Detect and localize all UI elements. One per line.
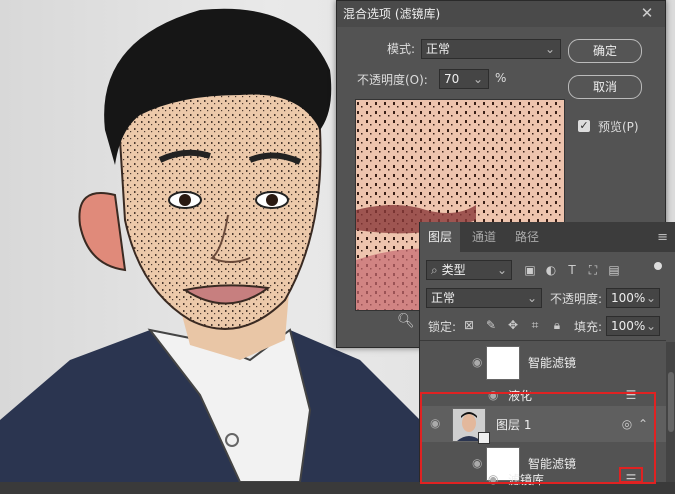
blend-mode-select[interactable]: 正常 ⌄ <box>426 288 542 308</box>
filter-kind-value: 类型 <box>441 263 466 277</box>
layer-opacity-input[interactable]: 100% ⌄ <box>606 288 660 308</box>
tab-channels[interactable]: 通道 <box>472 222 496 252</box>
lock-brush-icon[interactable]: ✎ <box>484 318 498 332</box>
layers-panel: 图层 通道 路径 ≡ ⌕ 类型 ⌄ ▣ ◐ T ⛶ ▤ 正常 ⌄ 不透明度: 1… <box>419 222 675 487</box>
lock-artboard-icon[interactable]: ⌗ <box>528 318 542 332</box>
opacity-input-value: 70 <box>444 72 460 86</box>
opacity-input[interactable]: 70 ⌄ <box>439 69 489 89</box>
search-icon: ⌕ <box>431 263 438 277</box>
lock-label: 锁定: <box>428 320 457 334</box>
eye-icon[interactable]: ◉ <box>472 356 486 368</box>
mode-select[interactable]: 正常 ⌄ <box>421 39 561 59</box>
chevron-down-icon: ⌄ <box>645 291 656 305</box>
chevron-down-icon: ⌄ <box>645 319 656 333</box>
fill-label: 填充: <box>574 320 603 334</box>
chevron-down-icon: ⌄ <box>472 72 483 86</box>
chevron-down-icon: ⌄ <box>544 42 555 56</box>
preview-label: 预览(P) <box>598 120 639 134</box>
panel-tabs: 图层 通道 路径 ≡ <box>420 222 675 252</box>
smart-filter-label: 智能滤镜 <box>528 356 577 370</box>
layer-filter-select[interactable]: ⌕ 类型 ⌄ <box>426 260 512 280</box>
tab-paths[interactable]: 路径 <box>515 222 539 252</box>
layer-opacity-label: 不透明度: <box>550 292 603 306</box>
tab-layers[interactable]: 图层 <box>420 222 461 252</box>
ok-button[interactable]: 确定 <box>568 39 642 63</box>
adjustment-filter-icon[interactable]: ◐ <box>544 263 558 277</box>
chevron-down-icon: ⌄ <box>496 263 507 277</box>
scrollbar-thumb[interactable] <box>668 372 674 432</box>
shape-filter-icon[interactable]: ⛶ <box>586 263 600 277</box>
fill-value: 100% <box>611 319 646 333</box>
smart-object-filter-icon[interactable]: ▤ <box>607 263 621 277</box>
layer-opacity-value: 100% <box>611 291 646 305</box>
fill-input[interactable]: 100% ⌄ <box>606 316 660 336</box>
panel-menu-icon[interactable]: ≡ <box>657 230 668 245</box>
lock-transparent-icon[interactable]: ⊠ <box>462 318 476 332</box>
close-icon[interactable]: ✕ <box>637 3 657 23</box>
type-filter-icon[interactable]: T <box>565 263 579 277</box>
zoom-out-icon[interactable]: 🔍︎ <box>397 313 415 329</box>
cancel-button[interactable]: 取消 <box>568 75 642 99</box>
pixel-filter-icon[interactable]: ▣ <box>523 263 537 277</box>
chevron-down-icon: ⌄ <box>526 291 537 305</box>
preview-checkbox[interactable]: ✓ <box>578 120 590 132</box>
list-item[interactable]: ◉ 智能滤镜 <box>420 340 666 385</box>
opacity-unit: % <box>495 71 507 85</box>
filter-toggle-icon[interactable] <box>654 262 662 270</box>
opacity-label: 不透明度(O): <box>357 73 428 87</box>
filter-options-highlight <box>619 467 643 483</box>
lock-all-icon[interactable]: 🔒︎ <box>550 318 564 332</box>
dialog-title: 混合选项 (滤镜库) <box>337 1 665 27</box>
smart-filter-mask-thumbnail <box>486 346 520 380</box>
scrollbar[interactable] <box>666 342 675 482</box>
mode-select-value: 正常 <box>426 42 451 56</box>
blend-mode-value: 正常 <box>431 291 456 305</box>
lock-move-icon[interactable]: ✥ <box>506 318 520 332</box>
mode-label: 模式: <box>387 42 416 56</box>
